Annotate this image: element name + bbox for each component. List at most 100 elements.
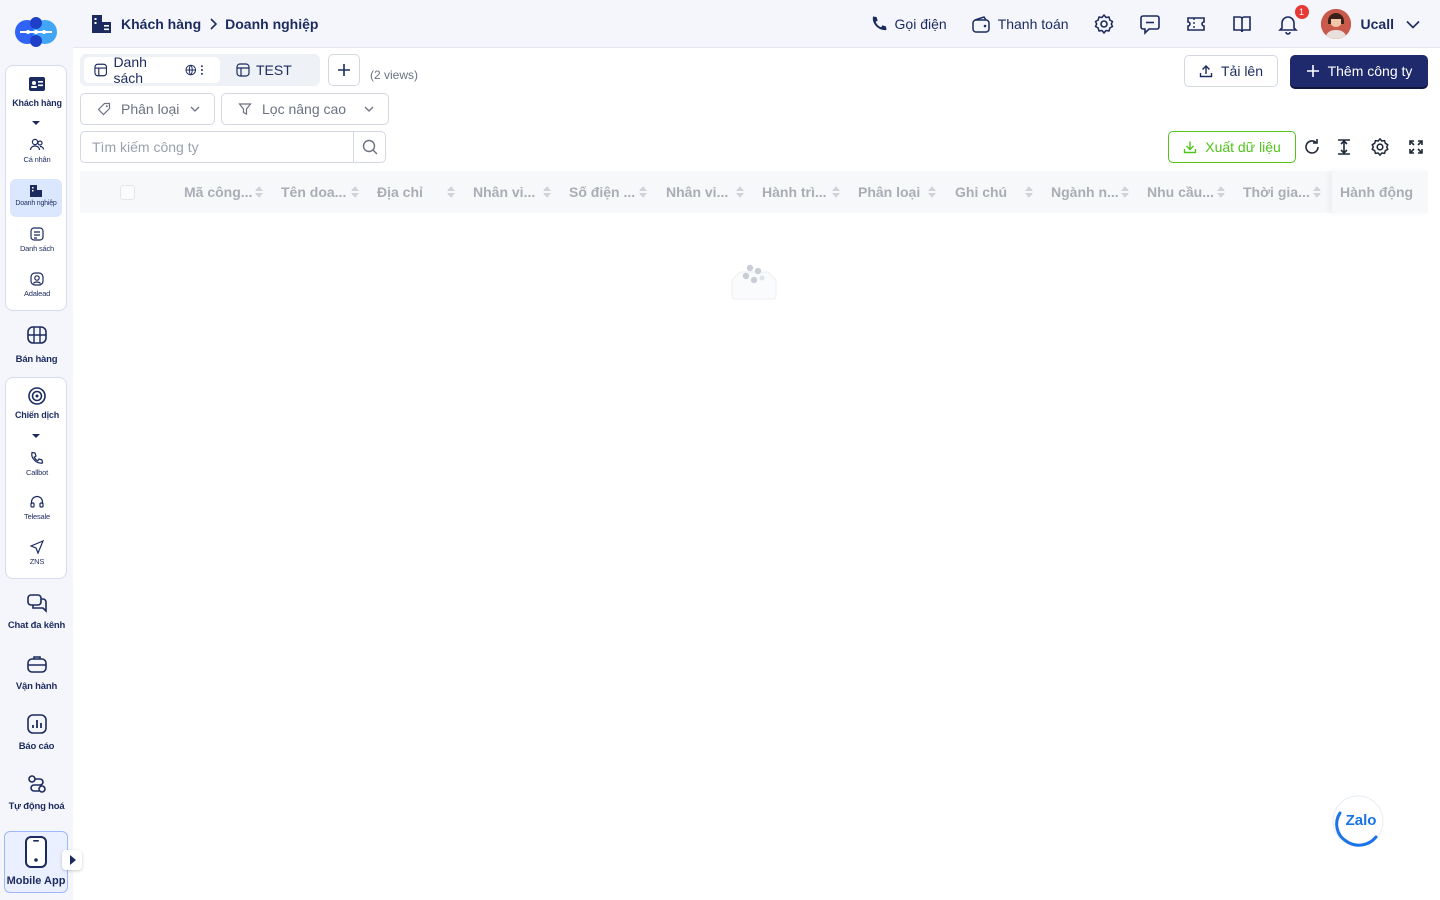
headset-icon — [30, 495, 44, 508]
call-button[interactable]: Gọi điện — [870, 15, 947, 33]
ucall-logo[interactable] — [14, 12, 58, 52]
nav-lists[interactable]: Danh sách — [6, 226, 68, 253]
nav-zns-label: ZNS — [29, 557, 45, 566]
chevron-right-icon — [210, 18, 218, 30]
nav-omnichat[interactable]: Chat đa kênh — [0, 592, 73, 631]
tab-test[interactable]: TEST — [226, 57, 302, 83]
nav-zns[interactable]: ZNS — [6, 539, 68, 566]
chevron-down-icon[interactable] — [1406, 20, 1420, 29]
tab-label: TEST — [256, 62, 292, 78]
column-header-journey[interactable]: Hành trì... — [762, 184, 827, 200]
settings-icon[interactable] — [1093, 13, 1115, 35]
payment-label: Thanh toán — [997, 16, 1069, 32]
sort-icon[interactable] — [1313, 185, 1321, 199]
nav-mobile-app[interactable]: Mobile App — [4, 831, 68, 893]
nav-sales[interactable]: Bán hàng — [0, 324, 73, 365]
nav-business[interactable]: Doanh nghiệp — [10, 179, 62, 217]
sort-icon[interactable] — [1217, 185, 1225, 199]
avatar[interactable] — [1320, 9, 1351, 39]
column-header-industry[interactable]: Ngành n... — [1051, 184, 1119, 200]
nav-adalead[interactable]: Adalead — [6, 271, 68, 298]
breadcrumb-root[interactable]: Khách hàng — [121, 16, 201, 32]
select-all-checkbox[interactable] — [120, 185, 135, 200]
sort-icon[interactable] — [928, 185, 936, 199]
views-count: (2 views) — [370, 68, 419, 82]
category-filter[interactable]: Phân loại — [80, 93, 215, 125]
export-button[interactable]: Xuất dữ liệu — [1168, 131, 1296, 163]
nav-group-campaigns: Chiến dịch Callbot Telesale ZNS — [5, 377, 67, 579]
column-header-staff-2[interactable]: Nhân vi... — [666, 184, 728, 200]
ticket-icon[interactable] — [1185, 13, 1207, 35]
column-header-code[interactable]: Mã công... — [184, 184, 252, 200]
book-icon[interactable] — [1231, 13, 1253, 35]
refresh-icon[interactable] — [1302, 137, 1322, 157]
zalo-chat-widget[interactable]: Zalo — [1332, 795, 1384, 847]
phone-icon — [872, 16, 887, 31]
column-header-note[interactable]: Ghi chú — [955, 184, 1007, 200]
notification-button[interactable]: 1 — [1277, 5, 1309, 35]
message-icon[interactable] — [1139, 13, 1161, 35]
upload-button[interactable]: Tải lên — [1184, 55, 1278, 87]
sidebar-collapse-button[interactable] — [62, 850, 82, 870]
nav-individual[interactable]: Cá nhân — [6, 137, 68, 164]
chevron-down-icon[interactable] — [32, 434, 40, 438]
column-header-category[interactable]: Phân loại — [858, 184, 920, 200]
sort-icon[interactable] — [736, 185, 744, 199]
users-icon — [29, 138, 45, 151]
column-header-needs[interactable]: Nhu cầu... — [1147, 184, 1214, 200]
payment-button[interactable]: Thanh toán — [971, 15, 1069, 33]
sort-icon[interactable] — [1025, 185, 1033, 199]
column-header-address[interactable]: Địa chỉ — [377, 184, 423, 200]
nav-telesale[interactable]: Telesale — [6, 494, 68, 521]
search-button[interactable] — [353, 132, 385, 162]
user-name[interactable]: Ucall — [1361, 16, 1394, 32]
more-vertical-icon[interactable] — [200, 64, 204, 76]
list-icon — [30, 227, 44, 241]
building-icon — [30, 185, 42, 197]
search-box — [80, 131, 386, 163]
column-header-name[interactable]: Tên doa... — [281, 184, 346, 200]
filter-icon — [238, 103, 252, 115]
download-icon — [1184, 141, 1197, 154]
mobile-icon — [25, 836, 47, 868]
view-tabs: Danh sách TEST — [80, 54, 320, 86]
nav-callbot[interactable]: Callbot — [6, 450, 68, 477]
nav-automation-label: Tự động hoá — [8, 801, 65, 812]
sort-icon[interactable] — [447, 185, 455, 199]
nav-campaigns[interactable]: Chiến dịch — [6, 386, 68, 420]
fullscreen-icon[interactable] — [1406, 137, 1426, 157]
settings-icon[interactable] — [1370, 137, 1390, 157]
sort-icon[interactable] — [351, 185, 359, 199]
sort-icon[interactable] — [639, 185, 647, 199]
nav-automation[interactable]: Tự động hoá — [0, 773, 73, 812]
advanced-filter[interactable]: Lọc nâng cao — [221, 93, 389, 125]
add-view-button[interactable] — [328, 54, 360, 86]
zalo-icon: Zalo — [1332, 795, 1384, 847]
store-icon — [26, 326, 47, 344]
column-header-staff[interactable]: Nhân vi... — [473, 184, 535, 200]
sort-icon[interactable] — [543, 185, 551, 199]
chart-icon — [26, 714, 47, 734]
column-height-icon[interactable] — [1334, 137, 1354, 157]
tab-danh-sach[interactable]: Danh sách — [84, 54, 220, 86]
nav-adalead-label: Adalead — [23, 289, 51, 298]
top-actions: Gọi điện Thanh toán 1 Ucall — [846, 5, 1420, 39]
breadcrumb: Khách hàng Doanh nghiệp — [91, 14, 318, 34]
add-company-button[interactable]: Thêm công ty — [1290, 55, 1428, 87]
sort-icon[interactable] — [255, 185, 263, 199]
add-company-label: Thêm công ty — [1327, 63, 1413, 79]
nav-operations[interactable]: Vận hành — [0, 653, 73, 692]
table-header: Mã công... Tên doa... Địa chỉ Nhân vi...… — [80, 171, 1428, 213]
column-header-phone[interactable]: Số điện ... — [569, 184, 635, 200]
column-header-time[interactable]: Thời gia... — [1243, 184, 1310, 200]
building-icon — [92, 15, 111, 33]
nav-customers[interactable]: Khách hàng — [6, 74, 68, 108]
sort-icon[interactable] — [1121, 185, 1129, 199]
search-input[interactable] — [81, 132, 355, 162]
phone-icon — [31, 451, 44, 464]
nav-sales-label: Bán hàng — [15, 354, 58, 365]
nav-reports[interactable]: Báo cáo — [0, 713, 73, 752]
sort-icon[interactable] — [832, 185, 840, 199]
notification-badge: 1 — [1294, 5, 1309, 19]
chevron-down-icon[interactable] — [32, 121, 40, 125]
